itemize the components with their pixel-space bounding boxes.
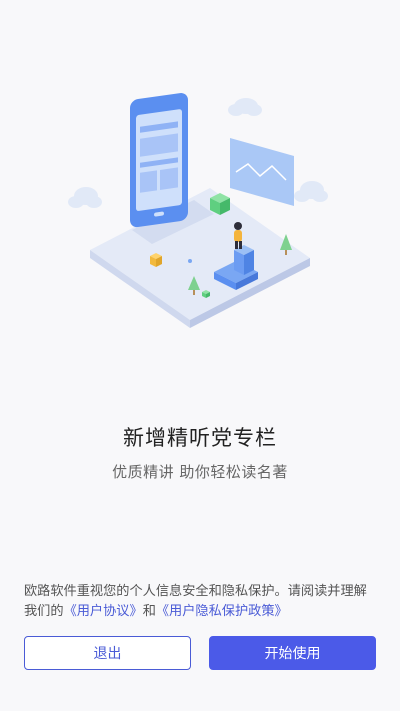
privacy-policy-link[interactable]: 《用户隐私保护政策》: [156, 604, 288, 619]
exit-button[interactable]: 退出: [24, 636, 191, 670]
cloud-left: [68, 187, 102, 208]
onboarding-screen: 新增精听党专栏 优质精讲 助你轻松读名著 欧路软件重视您的个人信息安全和隐私保护…: [0, 0, 400, 711]
start-button-label: 开始使用: [264, 646, 321, 662]
feature-subtitle: 优质精讲 助你轻松读名著: [112, 463, 288, 481]
cloud-right: [294, 181, 328, 202]
onboarding-illustration: [68, 93, 328, 328]
feature-title: 新增精听党专栏: [123, 426, 277, 450]
start-button[interactable]: 开始使用: [209, 636, 376, 670]
chart-card: [230, 138, 294, 206]
user-agreement-link[interactable]: 《用户协议》: [64, 604, 143, 619]
cloud-top: [228, 98, 262, 116]
privacy-connector: 和: [142, 604, 156, 619]
exit-button-label: 退出: [93, 646, 122, 662]
privacy-notice: 欧路软件重视您的个人信息安全和隐私保护。请阅读并理解我们的《用户协议》和《用户隐…: [24, 582, 378, 622]
